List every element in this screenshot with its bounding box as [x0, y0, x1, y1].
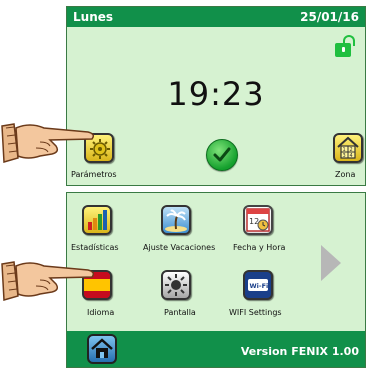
day-label: Lunes [73, 10, 114, 24]
brightness-icon [165, 274, 187, 296]
statistics-button[interactable] [82, 205, 112, 235]
home-screen: Lunes 25/01/16 19:23 Parámetros 1 2 3 4 … [66, 6, 366, 186]
screen-settings-button[interactable] [161, 270, 191, 300]
palm-beach-icon [165, 209, 187, 232]
screen-settings-label: Pantalla [164, 308, 196, 317]
language-label: Idioma [87, 308, 115, 317]
svg-text:3: 3 [343, 153, 346, 159]
bottom-bar: Version FENIX 1.00 [67, 331, 365, 367]
wifi-settings-label: WIFI Settings [229, 308, 282, 317]
vacation-settings-button[interactable] [161, 205, 191, 235]
menu-screen: Estadísticas Ajuste Vacaciones 12 Fecha … [66, 192, 366, 368]
home-button[interactable] [87, 334, 117, 364]
clock-display: 19:23 [167, 75, 265, 113]
wifi-icon: Wi-Fi [248, 279, 269, 291]
version-label: Version FENIX 1.00 [240, 345, 359, 358]
bar-chart-icon [88, 210, 107, 230]
pointing-hand-icon [1, 261, 95, 301]
checkmark-icon [213, 147, 231, 162]
svg-text:4: 4 [350, 153, 353, 159]
date-time-label: Fecha y Hora [233, 243, 286, 252]
date-label: 25/01/16 [300, 10, 359, 24]
next-page-arrow[interactable] [321, 245, 341, 281]
pointing-hand-icon [1, 123, 95, 163]
statistics-label: Estadísticas [71, 243, 119, 252]
parameters-label: Parámetros [71, 170, 117, 179]
house-zones-icon: 1 2 3 4 [337, 136, 359, 159]
wifi-settings-button[interactable]: Wi-Fi [243, 270, 273, 300]
date-time-button[interactable]: 12 [243, 205, 273, 235]
calendar-clock-icon: 12 [246, 208, 270, 232]
confirm-check-button[interactable] [206, 139, 238, 171]
vacation-settings-label: Ajuste Vacaciones [143, 243, 216, 252]
title-bar: Lunes 25/01/16 [67, 7, 365, 27]
zone-button[interactable]: 1 2 3 4 [333, 133, 363, 163]
home-icon [91, 338, 113, 358]
wifi-logo-text: Wi-Fi [250, 282, 269, 290]
unlock-icon[interactable] [335, 43, 351, 57]
zone-label: Zona [335, 170, 356, 179]
